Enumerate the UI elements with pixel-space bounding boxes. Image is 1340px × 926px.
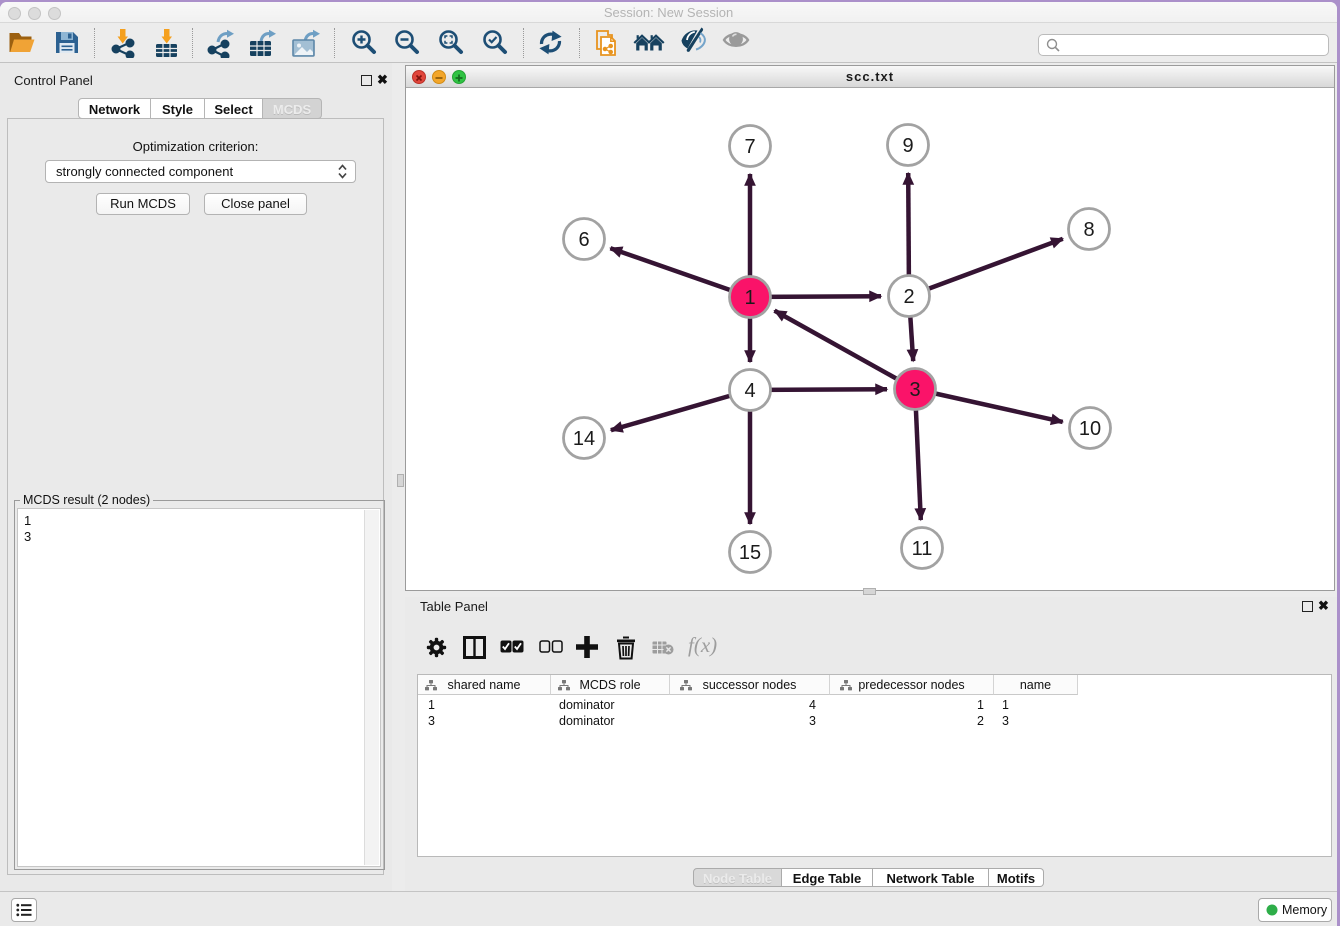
svg-text:11: 11 bbox=[912, 538, 933, 560]
svg-text:9: 9 bbox=[902, 135, 913, 157]
svg-text:14: 14 bbox=[573, 428, 595, 450]
svg-text:6: 6 bbox=[578, 229, 589, 251]
svg-text:1: 1 bbox=[744, 287, 755, 309]
svg-text:3: 3 bbox=[909, 379, 920, 401]
svg-text:10: 10 bbox=[1079, 418, 1101, 440]
svg-text:8: 8 bbox=[1083, 219, 1094, 241]
svg-text:15: 15 bbox=[739, 542, 761, 564]
svg-text:7: 7 bbox=[744, 136, 755, 158]
svg-text:2: 2 bbox=[903, 286, 914, 308]
svg-text:4: 4 bbox=[744, 380, 755, 402]
